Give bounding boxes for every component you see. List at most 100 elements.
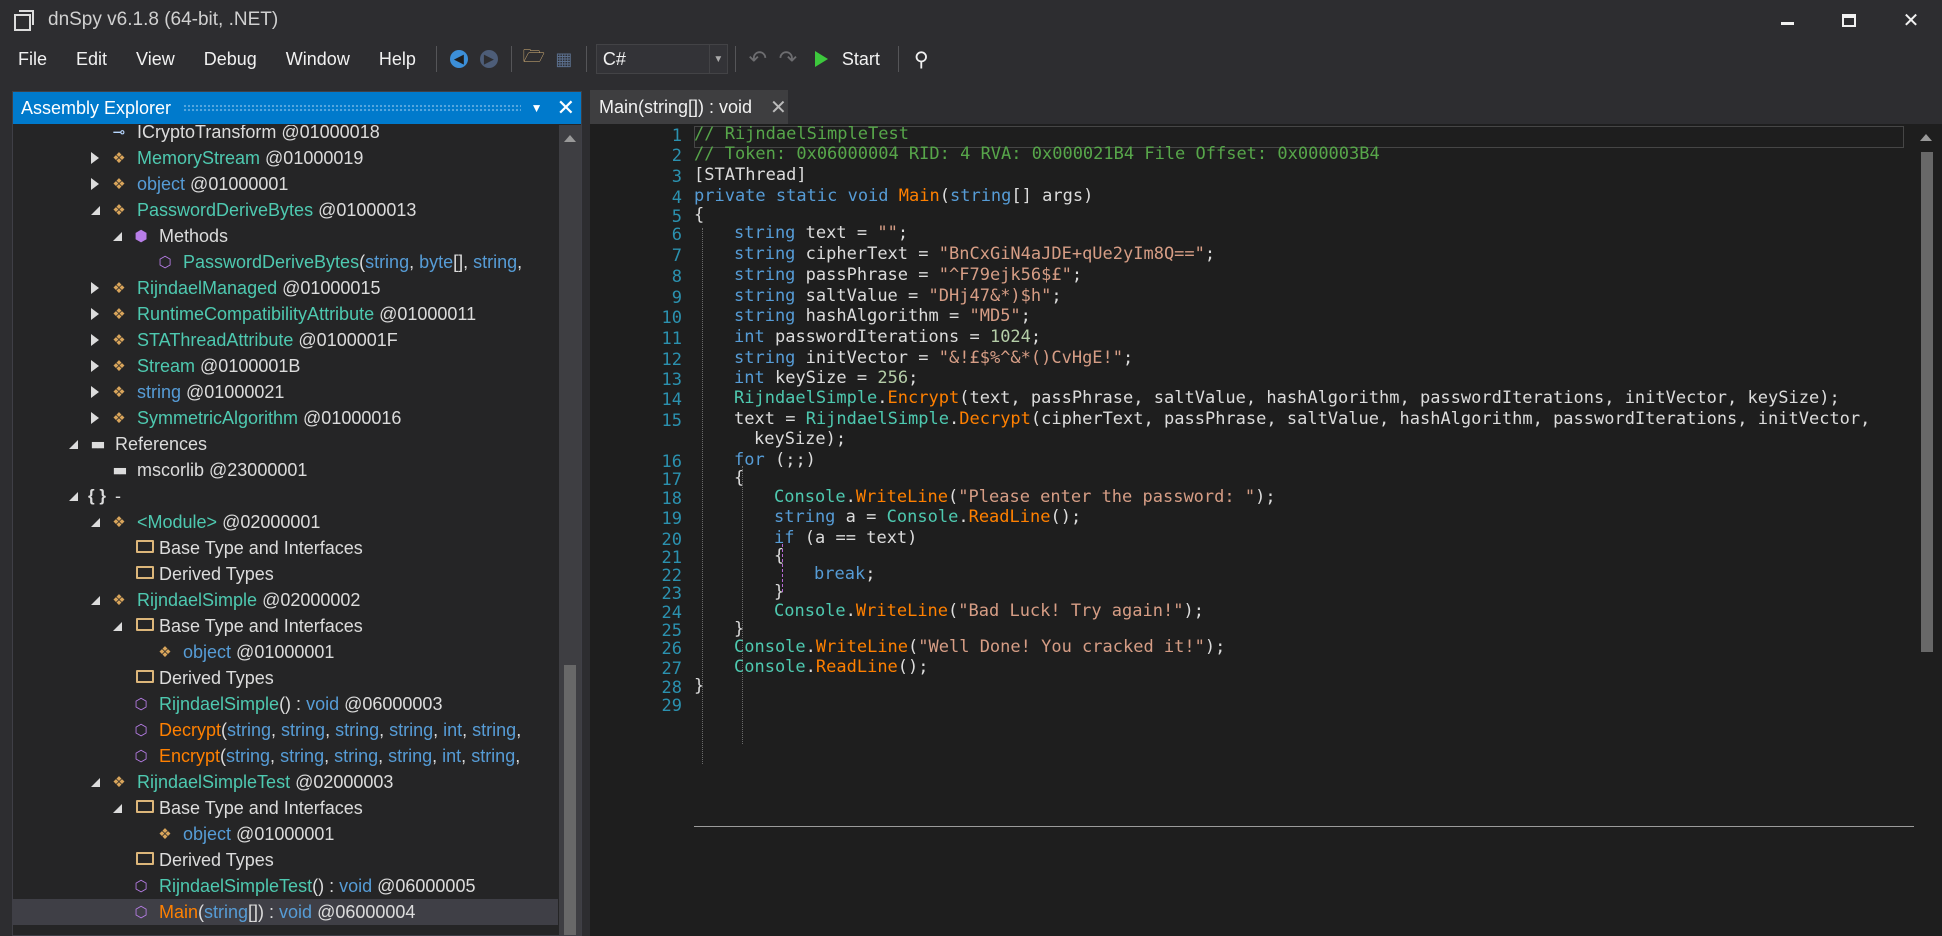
line-number: 25 (661, 621, 682, 641)
tree-node[interactable]: PasswordDeriveBytes @01000013 (13, 197, 558, 223)
maximize-button[interactable] (1818, 0, 1880, 40)
code-line[interactable]: break; (814, 562, 875, 586)
expanded-arrow-icon[interactable] (69, 491, 78, 501)
tree-node[interactable]: Encrypt(string, string, string, string, … (13, 743, 558, 769)
assembly-tree[interactable]: ICryptoTransform @01000018 MemoryStream @… (13, 125, 558, 935)
close-window-button[interactable]: ✕ (1880, 0, 1942, 40)
collapsed-arrow-icon[interactable] (91, 386, 99, 398)
tree-node[interactable]: object @01000001 (13, 821, 558, 847)
expanded-arrow-icon[interactable] (91, 777, 100, 787)
tree-node[interactable]: Base Type and Interfaces (13, 795, 558, 821)
code-line[interactable]: { (694, 203, 704, 227)
save-all-button[interactable]: ▦ (549, 44, 579, 74)
close-panel-icon[interactable]: ✕ (557, 95, 575, 121)
code-editor[interactable]: 1 2 3 4 5 6 7 8 9 10 11 12 13 14 15 16 17 18 19 20 21 22 23 24 2… (590, 124, 1942, 936)
navigate-forward-button[interactable]: ▶ (474, 44, 504, 74)
collapsed-arrow-icon[interactable] (91, 412, 99, 424)
undo-button[interactable]: ↶ (743, 44, 773, 74)
tree-node[interactable]: RuntimeCompatibilityAttribute @01000011 (13, 301, 558, 327)
code-token: , (1604, 388, 1615, 408)
collapsed-arrow-icon[interactable] (91, 178, 99, 190)
tree-scroll-thumb[interactable] (564, 665, 576, 935)
panel-menu-chevron-icon[interactable]: ▼ (531, 101, 543, 115)
expanded-arrow-icon[interactable] (113, 231, 122, 241)
node-name: Encrypt(string, string, string, string, … (159, 746, 520, 766)
tree-node[interactable]: Methods (13, 223, 558, 249)
tree-node[interactable]: Derived Types (13, 561, 558, 587)
open-button[interactable]: 🗁 (519, 44, 549, 74)
tree-node[interactable]: ICryptoTransform @01000018 (13, 125, 558, 145)
collapsed-arrow-icon[interactable] (91, 308, 99, 320)
expanded-arrow-icon[interactable] (91, 595, 100, 605)
tab-main[interactable]: Main(string[]) : void ✕ (590, 90, 788, 124)
code-line[interactable]: Console.ReadLine(); (734, 655, 929, 679)
editor-scrollbar[interactable] (1916, 124, 1936, 936)
metadata-token: @02000002 (257, 589, 361, 610)
tree-node[interactable]: RijndaelSimpleTest @02000003 (13, 769, 558, 795)
tree-node[interactable]: RijndaelSimple @02000002 (13, 587, 558, 613)
collapsed-arrow-icon[interactable] (91, 334, 99, 346)
code-token: ReadLine (815, 657, 898, 677)
tree-node[interactable]: RijndaelManaged @01000015 (13, 275, 558, 301)
tree-node[interactable]: RijndaelSimple() : void @06000003 (13, 691, 558, 717)
collapsed-arrow-icon[interactable] (91, 360, 99, 372)
expanded-arrow-icon[interactable] (113, 621, 122, 631)
expanded-arrow-icon[interactable] (91, 517, 100, 527)
code-line[interactable]: for (;;) (734, 448, 816, 472)
collapsed-arrow-icon[interactable] (91, 152, 99, 164)
redo-button[interactable]: ↷ (773, 44, 803, 74)
scroll-up-icon[interactable] (564, 135, 576, 142)
tree-node[interactable]: object @01000001 (13, 171, 558, 197)
minimize-button[interactable] (1756, 0, 1818, 40)
code-line[interactable]: Console.WriteLine("Bad Luck! Try again!"… (774, 599, 1204, 623)
expanded-arrow-icon[interactable] (113, 803, 122, 813)
tree-node[interactable]: RijndaelSimpleTest() : void @06000005 (13, 873, 558, 899)
code-token: (;;) (774, 450, 816, 470)
navigate-back-button[interactable]: ◀ (444, 44, 474, 74)
menu-view[interactable]: View (120, 49, 188, 70)
code-line[interactable]: if (a == text) (774, 526, 917, 550)
menu-debug[interactable]: Debug (188, 49, 270, 70)
expanded-arrow-icon[interactable] (91, 205, 100, 215)
tree-node[interactable]: References (13, 431, 558, 457)
menu-help[interactable]: Help (363, 49, 429, 70)
editor-scroll-thumb[interactable] (1921, 152, 1933, 652)
tree-node[interactable]: mscorlib @23000001 (13, 457, 558, 483)
tree-scrollbar[interactable] (559, 125, 581, 935)
tree-node[interactable]: - (13, 483, 558, 509)
scroll-up-icon[interactable] (1920, 134, 1932, 141)
close-tab-icon[interactable]: ✕ (770, 95, 787, 120)
tree-node[interactable]: SymmetricAlgorithm @01000016 (13, 405, 558, 431)
tree-node[interactable]: Decrypt(string, string, string, string, … (13, 717, 558, 743)
language-select[interactable]: C# ▼ (595, 44, 728, 74)
menu-window[interactable]: Window (270, 49, 363, 70)
tree-node[interactable]: Derived Types (13, 847, 558, 873)
code-line[interactable]: private static void Main(string[] args) (694, 184, 1093, 208)
toolbar-separator (435, 46, 437, 72)
tree-node[interactable]: Base Type and Interfaces (13, 613, 558, 639)
menu-edit[interactable]: Edit (60, 49, 120, 70)
tree-node[interactable]: MemoryStream @01000019 (13, 145, 558, 171)
code-token: int (734, 368, 765, 388)
search-button[interactable]: ⚲ (906, 44, 936, 74)
collapsed-arrow-icon[interactable] (91, 282, 99, 294)
expanded-arrow-icon[interactable] (69, 439, 78, 449)
start-debugging-button[interactable]: Start (814, 49, 880, 70)
tree-node[interactable]: object @01000001 (13, 639, 558, 665)
tree-node[interactable]: STAThreadAttribute @0100001F (13, 327, 558, 353)
tree-node[interactable]: string @01000021 (13, 379, 558, 405)
menu-file[interactable]: File (0, 49, 60, 70)
tree-node[interactable]: Main(string[]) : void @06000004 (13, 899, 558, 925)
tree-node[interactable]: Derived Types (13, 665, 558, 691)
tree-node[interactable]: Base Type and Interfaces (13, 535, 558, 561)
code-token: a (814, 528, 826, 548)
tree-node[interactable]: Stream @0100001B (13, 353, 558, 379)
code-line[interactable]: text = RijndaelSimple.Decrypt(cipherText… (734, 407, 1870, 431)
tree-node[interactable]: <Module> @02000001 (13, 509, 558, 535)
code-area[interactable]: // RijndaelSimpleTest// Token: 0x0600000… (694, 124, 1914, 936)
app-icon[interactable] (12, 9, 34, 31)
panel-grip[interactable] (183, 104, 521, 112)
tree-node[interactable]: PasswordDeriveBytes(string, byte[], stri… (13, 249, 558, 275)
